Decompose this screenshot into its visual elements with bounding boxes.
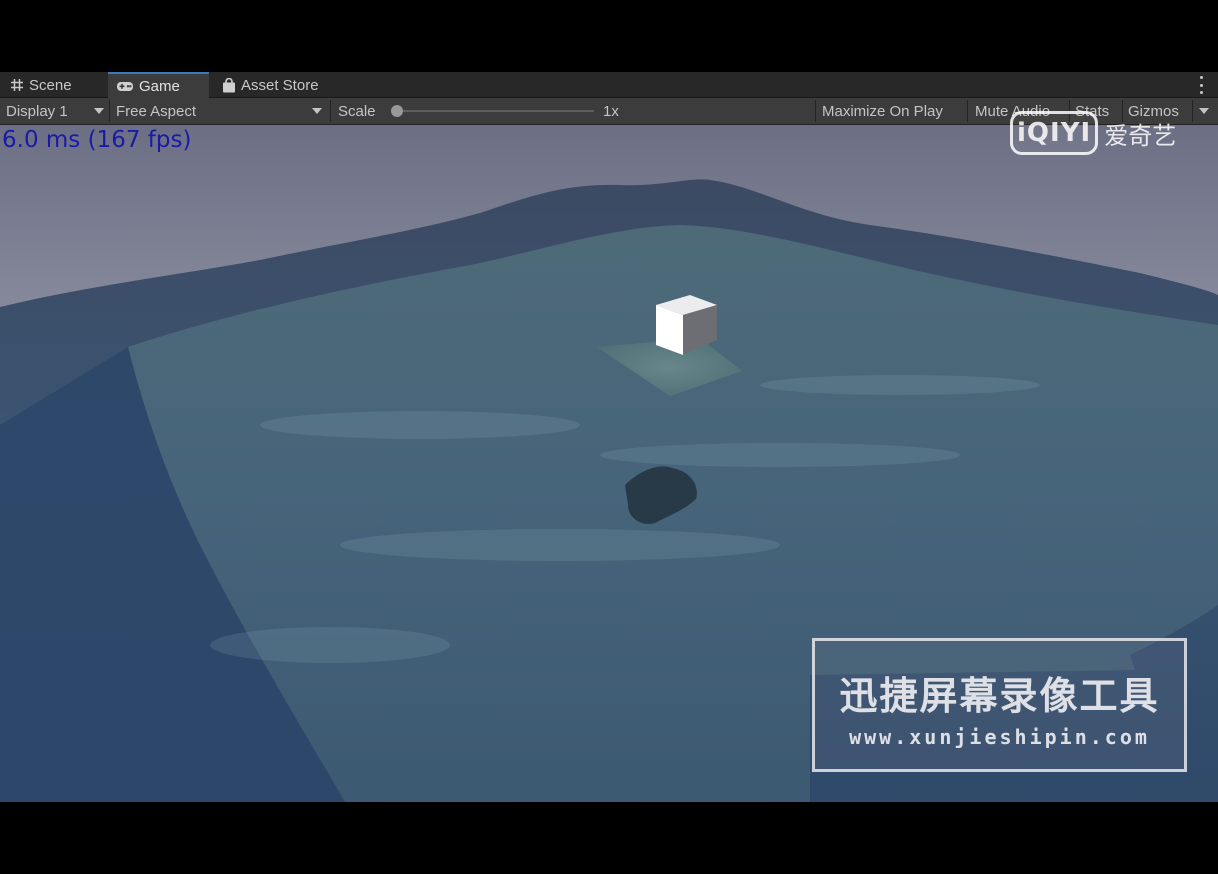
tab-asset-store-label: Asset Store (241, 76, 319, 94)
gamepad-icon (116, 80, 134, 92)
tab-scene[interactable]: Scene (2, 72, 108, 98)
scale-slider-track[interactable] (398, 110, 594, 112)
chevron-down-icon (94, 108, 104, 114)
tab-game[interactable]: Game (108, 72, 209, 98)
recorder-title: 迅捷屏幕录像工具 (839, 674, 1160, 718)
display-dropdown[interactable]: Display 1 (6, 98, 108, 124)
scale-value: 1x (603, 98, 633, 124)
scale-label: Scale (338, 98, 388, 124)
tab-scene-label: Scene (29, 76, 72, 94)
letterbox-bottom (0, 802, 1218, 874)
chevron-down-icon (312, 108, 322, 114)
chevron-down-icon (1199, 108, 1209, 114)
editor-tab-bar: Scene Game Asset Store (0, 72, 1218, 98)
tab-game-label: Game (139, 77, 180, 95)
recorder-url: www.xunjieshipin.com (849, 725, 1150, 749)
iqiyi-logo: iQIYI (1010, 111, 1099, 155)
scale-label-text: Scale (338, 102, 376, 120)
grid-hash-icon (10, 78, 24, 92)
letterbox-top (0, 0, 1218, 72)
shopping-bag-icon (222, 77, 236, 93)
recorder-watermark: 迅捷屏幕录像工具 www.xunjieshipin.com (812, 638, 1187, 772)
fps-counter: 6.0 ms (167 fps) (2, 127, 192, 153)
gizmos-dropdown[interactable] (1196, 98, 1216, 124)
display-dropdown-label: Display 1 (6, 102, 68, 120)
more-options-icon[interactable] (1198, 76, 1204, 94)
scale-value-text: 1x (603, 102, 619, 120)
maximize-on-play-toggle[interactable]: Maximize On Play (822, 98, 964, 124)
iqiyi-watermark: iQIYI 爱奇艺 (1010, 108, 1176, 158)
aspect-dropdown-label: Free Aspect (116, 102, 197, 120)
aspect-dropdown[interactable]: Free Aspect (116, 98, 328, 124)
scale-slider-thumb[interactable] (391, 105, 403, 117)
iqiyi-text: 爱奇艺 (1104, 121, 1177, 150)
maximize-on-play-label: Maximize On Play (822, 102, 943, 120)
tab-asset-store[interactable]: Asset Store (214, 72, 344, 98)
